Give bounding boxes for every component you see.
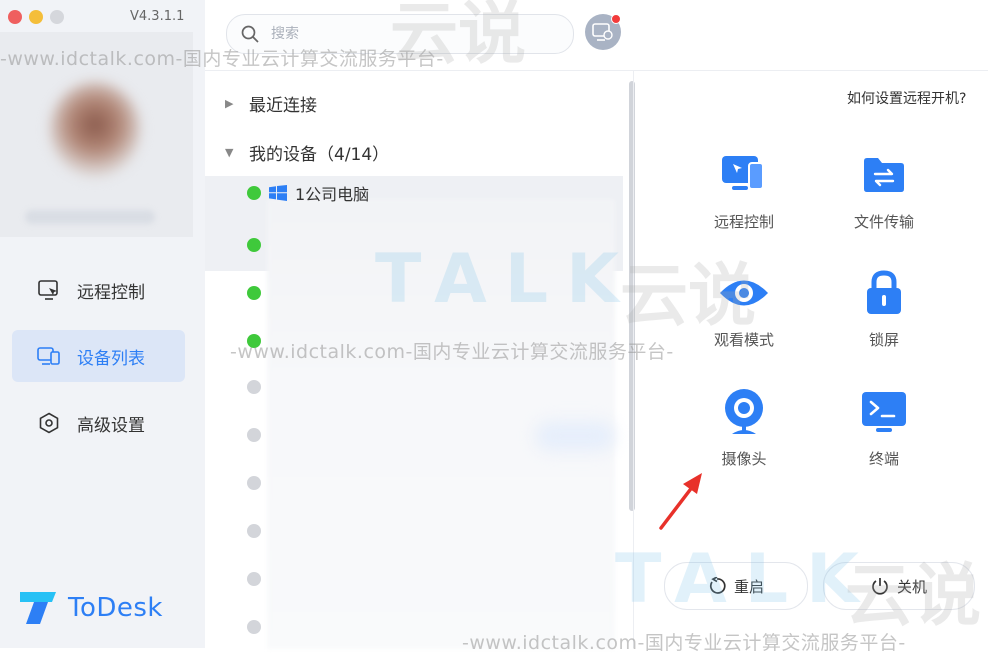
device-row[interactable] xyxy=(247,524,261,538)
device-list-panel: ▶ 最近连接 ▼ 我的设备（4/14） 1公司电脑 xyxy=(205,71,635,649)
shutdown-label: 关机 xyxy=(896,577,927,596)
action-label: 文件传输 xyxy=(853,213,914,231)
windows-icon xyxy=(269,185,287,201)
panel-divider xyxy=(633,71,634,648)
red-annotation-arrow xyxy=(659,473,702,530)
restart-label: 重启 xyxy=(733,577,764,596)
search-input[interactable] xyxy=(269,25,543,43)
sidebar-item-label: 设备列表 xyxy=(77,348,145,369)
device-row[interactable] xyxy=(247,572,261,586)
restart-icon xyxy=(708,577,726,595)
offline-status-dot xyxy=(247,380,261,394)
device-name: 1公司电脑 xyxy=(295,185,370,204)
sidebar-item-label: 远程控制 xyxy=(77,282,145,303)
online-status-dot xyxy=(247,186,261,200)
action-camera[interactable]: 摄像头 xyxy=(689,387,799,469)
group-label: 最近连接 xyxy=(249,96,317,116)
brand-name: ToDesk xyxy=(68,593,163,623)
device-row[interactable] xyxy=(247,286,261,300)
collapsed-triangle-icon: ▶ xyxy=(225,97,234,110)
restart-button[interactable]: 重启 xyxy=(664,562,808,610)
eye-icon xyxy=(719,268,769,318)
close-window-button[interactable] xyxy=(8,10,22,24)
action-file-transfer[interactable]: 文件传输 xyxy=(829,150,939,232)
minimize-window-button[interactable] xyxy=(29,10,43,24)
device-list-icon xyxy=(37,344,61,368)
online-status-dot xyxy=(247,286,261,300)
group-label: 我的设备（4/14） xyxy=(249,145,390,165)
sidebar-item-device-list[interactable]: 设备列表 xyxy=(12,330,185,382)
action-terminal[interactable]: 终端 xyxy=(829,387,939,469)
shutdown-button[interactable]: 关机 xyxy=(823,562,975,610)
zoom-window-button[interactable] xyxy=(50,10,64,24)
expanded-triangle-icon: ▼ xyxy=(225,146,234,159)
action-label: 摄像头 xyxy=(721,450,767,468)
camera-icon xyxy=(719,387,769,437)
sidebar: V4.3.1.1 远程控制 设备列表 高级设置 ToDesk xyxy=(0,0,205,648)
offline-status-dot xyxy=(247,620,261,634)
offline-status-dot xyxy=(247,572,261,586)
device-row[interactable] xyxy=(247,476,261,490)
list-scrollbar[interactable] xyxy=(629,81,635,511)
notification-button[interactable] xyxy=(585,14,621,50)
sidebar-item-advanced-settings[interactable]: 高级设置 xyxy=(12,397,185,449)
lock-icon xyxy=(859,268,909,318)
online-status-dot xyxy=(247,238,261,252)
window-controls xyxy=(8,10,64,24)
action-remote-control[interactable]: 远程控制 xyxy=(689,150,799,232)
settings-hexagon-icon xyxy=(37,411,61,435)
search-icon xyxy=(241,25,259,43)
offline-status-dot xyxy=(247,428,261,442)
brand-logo: ToDesk xyxy=(18,588,163,628)
monitor-settings-icon xyxy=(592,23,613,41)
action-label: 远程控制 xyxy=(713,213,774,231)
action-lock-screen[interactable]: 锁屏 xyxy=(829,268,939,350)
app-version: V4.3.1.1 xyxy=(130,9,185,24)
remote-control-icon xyxy=(37,278,61,302)
offline-status-dot xyxy=(247,476,261,490)
user-profile[interactable] xyxy=(0,32,193,237)
notification-badge xyxy=(611,14,621,24)
remote-boot-help-link[interactable]: 如何设置远程开机? xyxy=(847,88,966,108)
device-row[interactable] xyxy=(247,334,261,348)
device-row[interactable] xyxy=(247,620,261,634)
remote-control-icon xyxy=(719,150,769,200)
sidebar-item-label: 高级设置 xyxy=(77,415,145,436)
blurred-highlight xyxy=(535,421,615,451)
search-box[interactable] xyxy=(226,14,574,54)
device-row[interactable] xyxy=(247,238,261,252)
action-label: 观看模式 xyxy=(713,331,774,349)
device-row[interactable] xyxy=(247,428,261,442)
device-row[interactable]: 1公司电脑 xyxy=(247,181,369,205)
file-transfer-icon xyxy=(859,150,909,200)
action-watch-mode[interactable]: 观看模式 xyxy=(689,268,799,350)
group-my-devices[interactable]: ▼ 我的设备（4/14） xyxy=(225,140,389,165)
avatar xyxy=(50,82,140,177)
action-label: 终端 xyxy=(868,450,899,468)
todesk-logo-icon xyxy=(20,592,56,624)
device-row[interactable] xyxy=(247,380,261,394)
offline-status-dot xyxy=(247,524,261,538)
sidebar-item-remote-control[interactable]: 远程控制 xyxy=(12,264,185,316)
user-name-blurred xyxy=(25,210,155,224)
action-label: 锁屏 xyxy=(868,331,899,349)
online-status-dot xyxy=(247,334,261,348)
group-recent-connections[interactable]: ▶ 最近连接 xyxy=(225,91,317,116)
power-icon xyxy=(871,577,889,595)
terminal-icon xyxy=(859,387,909,437)
